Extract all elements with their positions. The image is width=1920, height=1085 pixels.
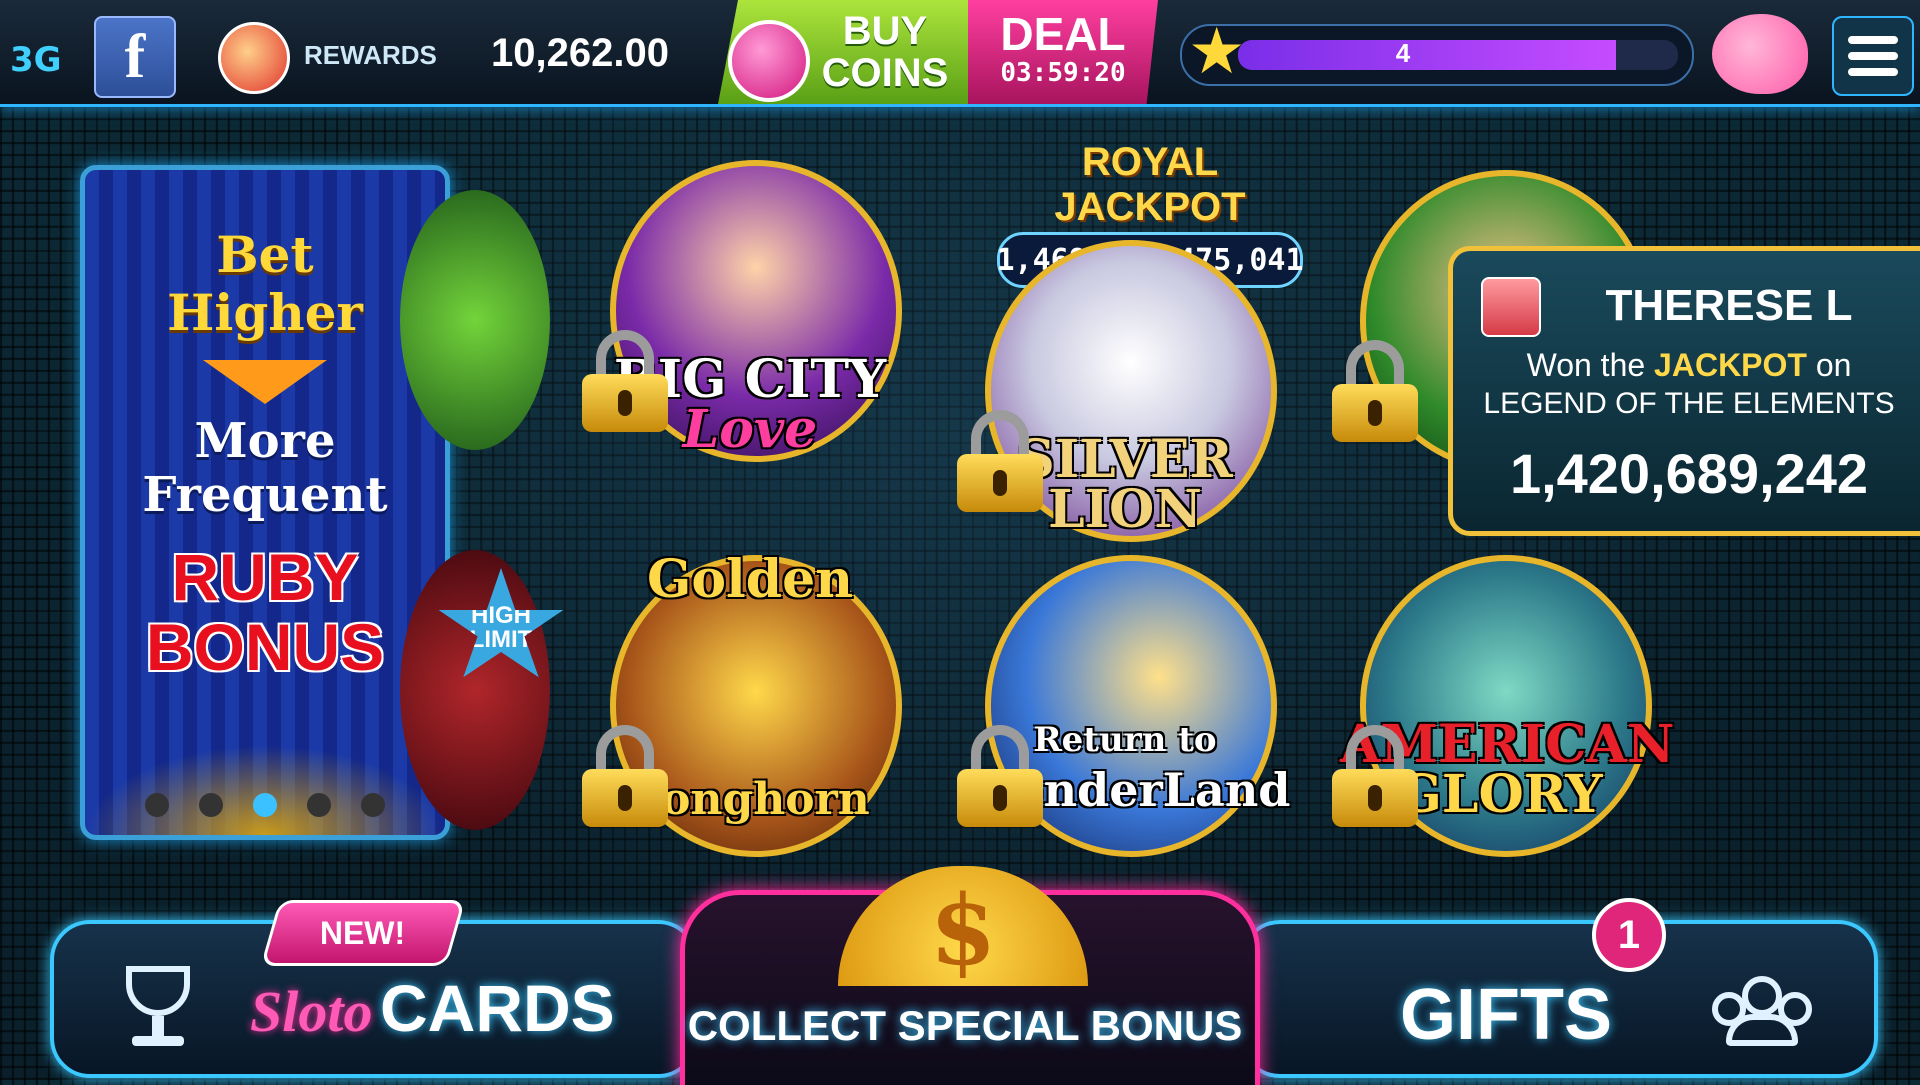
new-badge: NEW! — [260, 900, 466, 966]
buy-label: BUY — [842, 9, 928, 53]
promo-bet-higher: Bet Higher — [85, 226, 445, 342]
top-bar: 3G f REWARDS 10,262.00 BUY COINS DEAL 03… — [0, 0, 1920, 107]
carousel-dot[interactable] — [307, 793, 331, 817]
carousel-dot[interactable] — [145, 793, 169, 817]
coins-label: COINS — [821, 51, 949, 95]
carousel-dot[interactable] — [253, 793, 277, 817]
promo-line: Higher — [167, 283, 363, 342]
game-tile-big-city-love[interactable]: BIG CITY Love — [582, 150, 910, 470]
cards-label[interactable]: CARDS — [380, 970, 615, 1046]
facebook-button[interactable]: f — [94, 16, 176, 98]
promo-line: Bet — [216, 225, 314, 284]
coin-balance: 10,262.00 — [491, 30, 669, 75]
sloto-label: Sloto — [250, 979, 373, 1044]
game-title-line: Golden — [646, 549, 854, 610]
lock-icon — [957, 725, 1043, 827]
friends-icon[interactable] — [1712, 976, 1812, 1046]
limit-label: LIMIT — [469, 626, 533, 653]
jackpot-notification[interactable]: THERESE L Won the JACKPOT on LEGEND OF T… — [1448, 246, 1920, 536]
winner-name: THERESE L — [1605, 281, 1853, 330]
down-arrow-icon — [203, 360, 327, 404]
royal-jackpot-label: ROYAL JACKPOT — [1054, 140, 1246, 229]
won-highlight: JACKPOT — [1654, 347, 1807, 383]
level-progress[interactable]: ★ 4 — [1180, 20, 1694, 86]
game-tile-american-glory[interactable]: AMERICAN GLORY — [1332, 545, 1674, 865]
won-suffix: on — [1815, 347, 1852, 383]
gift-icon — [728, 20, 810, 102]
network-indicator: 3G — [10, 40, 62, 80]
menu-button[interactable] — [1832, 16, 1914, 96]
promo-line: Frequent — [142, 467, 388, 523]
facebook-icon: f — [124, 22, 146, 91]
piggy-bank-icon[interactable] — [1712, 14, 1808, 94]
game-tile-return-to-wonderland[interactable]: Return to WonderLand — [957, 545, 1290, 865]
lock-icon — [1332, 340, 1418, 442]
lock-icon — [582, 330, 668, 432]
lock-icon — [582, 725, 668, 827]
menu-icon-line — [1848, 68, 1898, 76]
deal-label: DEAL — [1000, 8, 1126, 60]
deal-button[interactable]: DEAL 03:59:20 — [968, 0, 1158, 104]
coin-pile — [85, 745, 445, 835]
lock-icon — [957, 410, 1043, 512]
avatar — [1481, 277, 1541, 337]
partial-game-tile[interactable] — [400, 550, 550, 830]
trophy-icon[interactable] — [118, 966, 198, 1056]
promo-banner[interactable]: Bet Higher More Frequent RUBY BONUS — [80, 165, 450, 840]
buy-coins-label: BUY COINS — [810, 10, 960, 94]
collect-bonus-button[interactable]: COLLECT SPECIAL BONUS — [680, 1002, 1250, 1050]
promo-line: BONUS — [145, 610, 385, 684]
won-line: Won the JACKPOT on — [1453, 347, 1920, 384]
won-prefix: Won the — [1526, 347, 1646, 383]
carousel-dot[interactable] — [361, 793, 385, 817]
game-tile-silver-lion[interactable]: SILVER LION — [957, 230, 1285, 550]
winning-amount: 1,420,689,242 — [1509, 442, 1869, 505]
menu-icon — [1848, 36, 1898, 44]
new-badge-label: NEW! — [320, 914, 406, 951]
coin-icon[interactable]: $ — [838, 866, 1088, 986]
carousel-dots[interactable] — [85, 793, 445, 817]
buy-coins-button[interactable]: BUY COINS — [718, 0, 968, 104]
gifts-button[interactable]: GIFTS — [1400, 974, 1612, 1056]
game-title: Golden — [590, 549, 910, 610]
coin-symbol: $ — [929, 874, 997, 986]
promo-line: More — [194, 413, 336, 469]
carousel-dot[interactable] — [199, 793, 223, 817]
promo-ruby-bonus: RUBY BONUS — [85, 542, 445, 682]
menu-icon-line — [1848, 52, 1898, 60]
rewards-button[interactable]: REWARDS — [212, 16, 452, 94]
rewards-label: REWARDS — [304, 40, 437, 70]
game-tile-golden-longhorn[interactable]: Golden Longhorn — [582, 545, 910, 865]
lock-icon — [1332, 725, 1418, 827]
promo-line: RUBY — [171, 540, 359, 614]
gifts-count-badge: 1 — [1592, 898, 1666, 972]
rewards-icon — [218, 22, 290, 94]
star-icon: ★ — [1188, 15, 1246, 89]
partial-game-tile[interactable] — [400, 190, 550, 450]
deal-timer: 03:59:20 — [1000, 58, 1126, 88]
winning-game: LEGEND OF THE ELEMENTS — [1483, 387, 1895, 420]
level-number: 4 — [1395, 38, 1411, 68]
promo-more-frequent: More Frequent — [85, 414, 445, 522]
bottom-bar: NEW! Sloto CARDS $ COLLECT SPECIAL BONUS… — [0, 866, 1920, 1085]
